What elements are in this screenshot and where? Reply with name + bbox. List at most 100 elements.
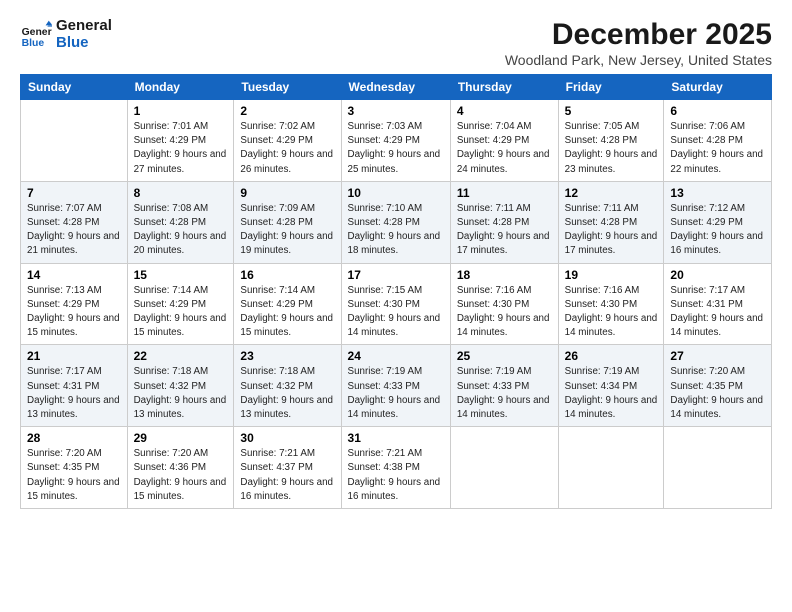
sunset-text: Sunset: 4:30 PM	[457, 299, 529, 310]
svg-text:Blue: Blue	[22, 38, 45, 49]
sunset-text: Sunset: 4:32 PM	[240, 381, 312, 392]
cell-info: Sunrise: 7:17 AMSunset: 4:31 PMDaylight:…	[670, 284, 765, 341]
sunset-text: Sunset: 4:29 PM	[240, 135, 312, 146]
calendar-cell: 8Sunrise: 7:08 AMSunset: 4:28 PMDaylight…	[127, 181, 234, 263]
cell-date: 10	[348, 186, 444, 200]
daylight-text: Daylight: 9 hours and 15 minutes.	[240, 313, 333, 338]
cell-info: Sunrise: 7:11 AMSunset: 4:28 PMDaylight:…	[457, 202, 552, 259]
calendar-cell: 27Sunrise: 7:20 AMSunset: 4:35 PMDayligh…	[664, 345, 772, 427]
daylight-text: Daylight: 9 hours and 23 minutes.	[565, 149, 658, 174]
cell-info: Sunrise: 7:18 AM Sunset: 4:32 PM Daylight:…	[240, 365, 334, 422]
cell-info: Sunrise: 7:08 AMSunset: 4:28 PMDaylight:…	[134, 202, 228, 259]
cell-date: 19	[565, 268, 658, 282]
sunrise-text: Sunrise: 7:19 AM	[457, 366, 532, 377]
cell-date: 6	[670, 104, 765, 118]
cell-date: 14	[27, 268, 121, 282]
calendar-week-row: 28Sunrise: 7:20 AMSunset: 4:35 PMDayligh…	[21, 427, 772, 509]
calendar-cell: 21Sunrise: 7:17 AMSunset: 4:31 PMDayligh…	[21, 345, 128, 427]
cell-date: 18	[457, 268, 552, 282]
calendar-table: SundayMondayTuesdayWednesdayThursdayFrid…	[20, 74, 772, 509]
cell-date: 22	[134, 349, 228, 363]
location-title: Woodland Park, New Jersey, United States	[505, 52, 772, 68]
daylight-text: Daylight: 9 hours and 13 minutes.	[134, 395, 227, 420]
sunrise-text: Sunrise: 7:15 AM	[348, 285, 423, 296]
sunset-text: Sunset: 4:28 PM	[240, 217, 312, 228]
calendar-cell: 19Sunrise: 7:16 AMSunset: 4:30 PMDayligh…	[558, 263, 664, 345]
cell-info: Sunrise: 7:14 AMSunset: 4:29 PMDaylight:…	[240, 284, 334, 341]
sunrise-text: Sunrise: 7:11 AM	[457, 203, 531, 214]
daylight-text: Daylight: 9 hours and 16 minutes.	[240, 477, 333, 502]
calendar-cell	[450, 427, 558, 509]
calendar-day-header: Thursday	[450, 75, 558, 100]
sunrise-text: Sunrise: 7:08 AM	[134, 203, 209, 214]
calendar-cell: 31Sunrise: 7:21 AMSunset: 4:38 PMDayligh…	[341, 427, 450, 509]
cell-info: Sunrise: 7:20 AMSunset: 4:35 PMDaylight:…	[670, 365, 765, 422]
logo-blue: Blue	[56, 35, 112, 52]
sunset-text: Sunset: 4:28 PM	[565, 217, 637, 228]
cell-info: Sunrise: 7:12 AMSunset: 4:29 PMDaylight:…	[670, 202, 765, 259]
calendar-week-row: 14Sunrise: 7:13 AMSunset: 4:29 PMDayligh…	[21, 263, 772, 345]
daylight-text: Daylight: 9 hours and 16 minutes.	[670, 231, 763, 256]
daylight-text: Daylight: 9 hours and 17 minutes.	[457, 231, 550, 256]
daylight-text: Daylight: 9 hours and 14 minutes.	[457, 395, 550, 420]
sunrise-text: Sunrise: 7:02 AM	[240, 121, 315, 132]
sunrise-text: Sunrise: 7:10 AM	[348, 203, 423, 214]
sunset-text: Sunset: 4:29 PM	[348, 135, 420, 146]
page-container: General Blue General Blue December 2025 …	[0, 0, 792, 519]
cell-info: Sunrise: 7:10 AMSunset: 4:28 PMDaylight:…	[348, 202, 444, 259]
calendar-header-row: SundayMondayTuesdayWednesdayThursdayFrid…	[21, 75, 772, 100]
sunset-text: Sunset: 4:28 PM	[348, 217, 420, 228]
sunset-text: Sunset: 4:28 PM	[565, 135, 637, 146]
cell-date: 20	[670, 268, 765, 282]
daylight-text: Daylight: 9 hours and 25 minutes.	[348, 149, 441, 174]
sunrise-text: Sunrise: 7:18 AM	[240, 366, 315, 377]
sunrise-text: Sunrise: 7:21 AM	[348, 448, 423, 459]
calendar-cell: 4Sunrise: 7:04 AMSunset: 4:29 PMDaylight…	[450, 100, 558, 182]
month-title: December 2025	[505, 18, 772, 52]
cell-date: 1	[134, 104, 228, 118]
cell-info: Sunrise: 7:09 AMSunset: 4:28 PMDaylight:…	[240, 202, 334, 259]
cell-info: Sunrise: 7:01 AMSunset: 4:29 PMDaylight:…	[134, 120, 228, 177]
calendar-cell: 24Sunrise: 7:19 AMSunset: 4:33 PMDayligh…	[341, 345, 450, 427]
daylight-text: Daylight: 9 hours and 14 minutes.	[348, 395, 441, 420]
calendar-cell: 16Sunrise: 7:14 AMSunset: 4:29 PMDayligh…	[234, 263, 341, 345]
daylight-text: Daylight: 9 hours and 27 minutes.	[134, 149, 227, 174]
logo: General Blue General Blue	[20, 18, 112, 51]
calendar-cell: 15Sunrise: 7:14 AMSunset: 4:29 PMDayligh…	[127, 263, 234, 345]
calendar-cell: 20 Sunrise: 7:17 AMSunset: 4:31 PMDayligh…	[664, 263, 772, 345]
calendar-cell: 25Sunrise: 7:19 AMSunset: 4:33 PMDayligh…	[450, 345, 558, 427]
cell-info: Sunrise: 7:18 AMSunset: 4:32 PMDaylight:…	[134, 365, 228, 422]
svg-text:General: General	[22, 27, 52, 38]
daylight-text: Daylight: 9 hours and 14 minutes.	[348, 313, 441, 338]
sunset-text: Sunset: 4:31 PM	[27, 381, 99, 392]
cell-date: 13	[670, 186, 765, 200]
cell-date: 15	[134, 268, 228, 282]
daylight-text: Daylight: 9 hours and 20 minutes.	[134, 231, 227, 256]
sunrise-text: Sunrise: 7:16 AM	[565, 285, 640, 296]
daylight-text: Daylight: 9 hours and 13 minutes.	[27, 395, 120, 420]
cell-info: Sunrise: 7:06 AMSunset: 4:28 PMDaylight:…	[670, 120, 765, 177]
calendar-week-row: 1 Sunrise: 7:01 AMSunset: 4:29 PMDaylight…	[21, 100, 772, 182]
calendar-cell: 26Sunrise: 7:19 AMSunset: 4:34 PMDayligh…	[558, 345, 664, 427]
sunset-text: Sunset: 4:29 PM	[670, 217, 742, 228]
cell-date: 26	[565, 349, 658, 363]
cell-date: 28	[27, 431, 121, 445]
sunset-text: Sunset: 4:29 PM	[134, 135, 206, 146]
calendar-day-header: Friday	[558, 75, 664, 100]
sunset-text: Sunset: 4:37 PM	[240, 462, 312, 473]
daylight-text: Daylight: 9 hours and 14 minutes.	[670, 395, 763, 420]
calendar-cell: 9Sunrise: 7:09 AMSunset: 4:28 PMDaylight…	[234, 181, 341, 263]
calendar-cell: 29Sunrise: 7:20 AMSunset: 4:36 PMDayligh…	[127, 427, 234, 509]
daylight-text: Daylight: 9 hours and 14 minutes.	[457, 313, 550, 338]
calendar-day-header: Sunday	[21, 75, 128, 100]
cell-info: Sunrise: 7:02 AMSunset: 4:29 PMDaylight:…	[240, 120, 334, 177]
calendar-cell	[664, 427, 772, 509]
sunset-text: Sunset: 4:32 PM	[134, 381, 206, 392]
calendar-day-header: Monday	[127, 75, 234, 100]
sunset-text: Sunset: 4:30 PM	[565, 299, 637, 310]
cell-date: 4	[457, 104, 552, 118]
cell-date: 11	[457, 186, 552, 200]
sunrise-text: Sunrise: 7:20 AM	[27, 448, 102, 459]
daylight-text: Daylight: 9 hours and 13 minutes.	[240, 395, 333, 420]
calendar-week-row: 7Sunrise: 7:07 AMSunset: 4:28 PMDaylight…	[21, 181, 772, 263]
